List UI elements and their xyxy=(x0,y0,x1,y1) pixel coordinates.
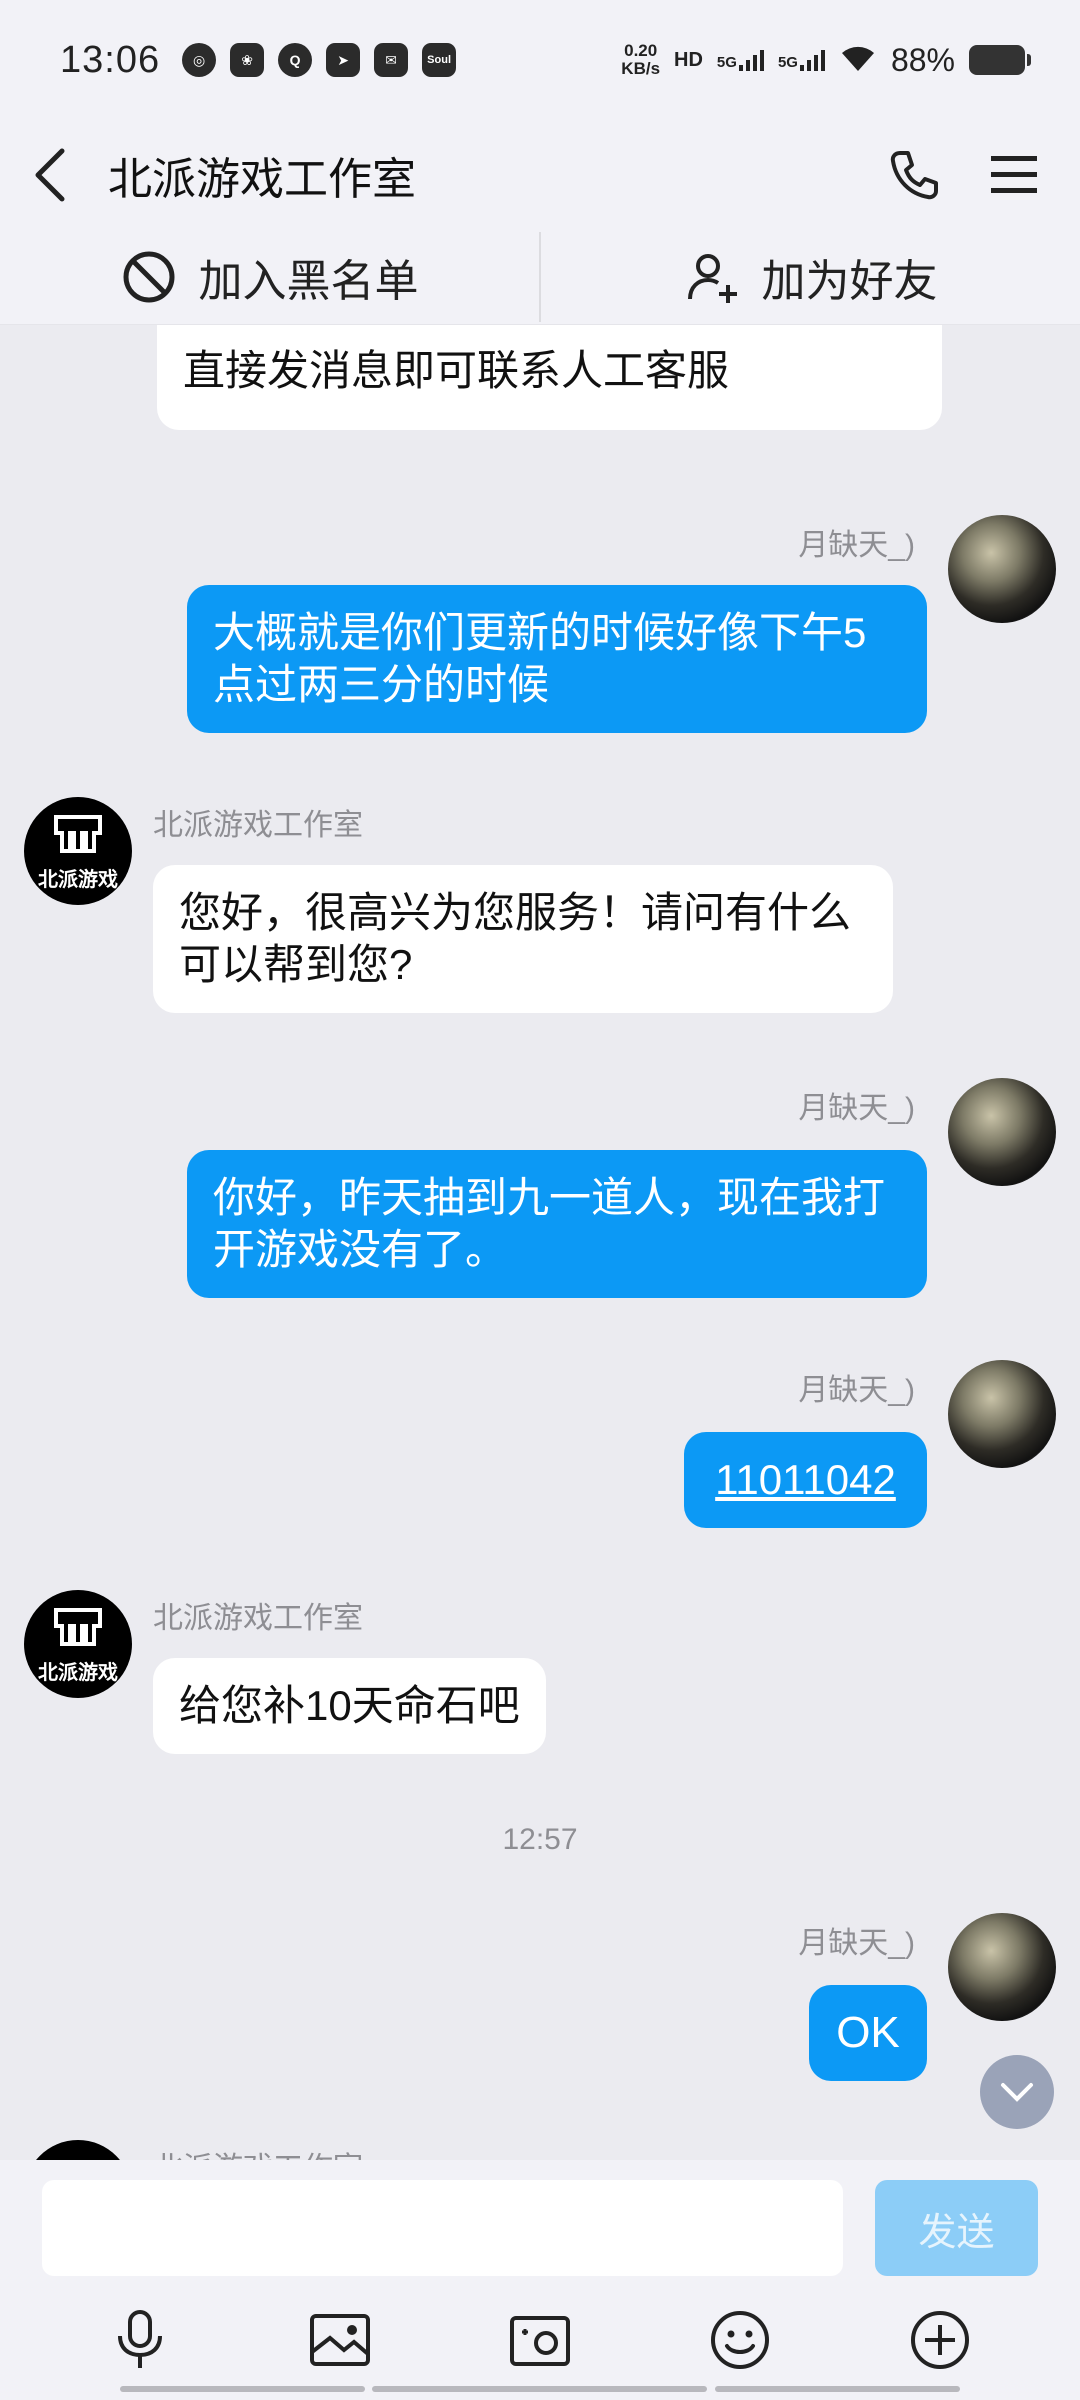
block-icon xyxy=(123,251,174,303)
message-input-bar: 发送 xyxy=(0,2160,1080,2280)
add-user-icon xyxy=(687,254,737,303)
status-bar: 13:06 ◎ ❀ Q ➤ ✉ Soul 0.20 KB/s HD 5G 5G … xyxy=(0,0,1080,120)
avatar[interactable] xyxy=(24,2140,132,2160)
message-bubble[interactable]: 给您补10天命石吧 xyxy=(153,1658,546,1754)
emoji-icon xyxy=(711,2311,769,2369)
chevron-left-icon xyxy=(35,148,65,202)
camera-button[interactable] xyxy=(500,2300,580,2380)
plus-circle-icon xyxy=(911,2311,969,2369)
message-bubble[interactable]: 直接发消息即可联系人工客服 xyxy=(157,325,942,430)
menu-button[interactable] xyxy=(984,145,1044,205)
phone-icon xyxy=(890,151,938,200)
home-indicator xyxy=(715,2386,960,2392)
chevron-down-icon xyxy=(1001,2083,1033,2102)
wifi-icon xyxy=(839,43,877,78)
camera-icon xyxy=(510,2316,570,2366)
status-indicators: 0.20 KB/s HD 5G 5G 88% xyxy=(621,41,1031,79)
image-icon xyxy=(310,2314,370,2366)
avatar[interactable]: 北派游戏 xyxy=(24,1590,132,1698)
menu-icon xyxy=(991,156,1037,193)
avatar[interactable] xyxy=(948,1913,1056,2021)
app-notification-icon: ❀ xyxy=(230,43,265,77)
sender-name: 北派游戏工作室 xyxy=(153,2143,363,2160)
home-indicator xyxy=(120,2386,365,2392)
soul-icon: Soul xyxy=(422,43,457,77)
chat-messages[interactable]: 直接发消息即可联系人工客服 月缺天_) 大概就是你们更新的时候好像下午5点过两三… xyxy=(0,325,1080,2160)
sender-name: 月缺天_) xyxy=(798,529,915,562)
block-button[interactable]: 加入黑名单 xyxy=(0,230,539,324)
message-bubble[interactable]: 大概就是你们更新的时候好像下午5点过两三分的时候 xyxy=(187,585,927,733)
mail-icon: ✉ xyxy=(374,43,409,77)
message-bubble[interactable]: 11011042 xyxy=(684,1432,927,1528)
bot-logo-icon xyxy=(54,814,102,853)
hd-icon: HD xyxy=(674,48,703,71)
contact-action-bar: 加入黑名单 加为好友 xyxy=(0,230,1080,325)
telegram-icon: ➤ xyxy=(326,43,361,77)
chat-title: 北派游戏工作室 xyxy=(108,155,416,204)
more-button[interactable] xyxy=(900,2300,980,2380)
notification-icons: ◎ ❀ Q ➤ ✉ Soul xyxy=(182,43,457,77)
qq-icon: Q xyxy=(278,43,313,77)
battery-icon xyxy=(969,45,1031,75)
avatar[interactable] xyxy=(948,515,1056,623)
status-time: 13:06 xyxy=(60,38,161,81)
voice-button[interactable] xyxy=(100,2300,180,2380)
signal-icon: 5G xyxy=(717,49,764,71)
battery-percent: 88% xyxy=(890,41,955,78)
back-button[interactable] xyxy=(0,120,100,230)
chat-header: 北派游戏工作室 xyxy=(0,120,1080,230)
add-friend-button[interactable]: 加为好友 xyxy=(541,230,1080,324)
avatar[interactable] xyxy=(948,1360,1056,1468)
avatar[interactable] xyxy=(948,1078,1056,1186)
input-toolbar xyxy=(0,2280,1080,2400)
network-speed: 0.20 KB/s xyxy=(621,41,661,78)
message-bubble[interactable]: 你好，昨天抽到九一道人，现在我打开游戏没有了。 xyxy=(187,1150,927,1298)
sender-name: 北派游戏工作室 xyxy=(153,1602,363,1635)
message-link[interactable]: 11011042 xyxy=(715,1456,896,1503)
signal-icon: 5G xyxy=(778,49,825,71)
message-bubble[interactable]: OK xyxy=(809,1985,927,2081)
message-bubble[interactable]: 您好，很高兴为您服务！请问有什么可以帮到您? xyxy=(153,865,893,1013)
sender-name: 北派游戏工作室 xyxy=(153,809,363,842)
block-label: 加入黑名单 xyxy=(198,257,419,306)
microphone-icon xyxy=(118,2310,162,2368)
app-notification-icon: ◎ xyxy=(182,43,217,77)
photo-button[interactable] xyxy=(300,2300,380,2380)
message-timestamp: 12:57 xyxy=(502,1823,578,1856)
sender-name: 月缺天_) xyxy=(798,1374,915,1407)
bot-logo-icon xyxy=(54,1607,102,1646)
add-friend-label: 加为好友 xyxy=(761,257,938,306)
call-button[interactable] xyxy=(884,145,944,205)
home-indicator xyxy=(372,2386,707,2392)
message-input[interactable] xyxy=(42,2180,843,2276)
send-button[interactable]: 发送 xyxy=(875,2180,1038,2276)
emoji-button[interactable] xyxy=(700,2300,780,2380)
scroll-to-bottom-button[interactable] xyxy=(980,2055,1054,2129)
sender-name: 月缺天_) xyxy=(798,1927,915,1960)
avatar[interactable]: 北派游戏 xyxy=(24,797,132,905)
sender-name: 月缺天_) xyxy=(798,1092,915,1125)
